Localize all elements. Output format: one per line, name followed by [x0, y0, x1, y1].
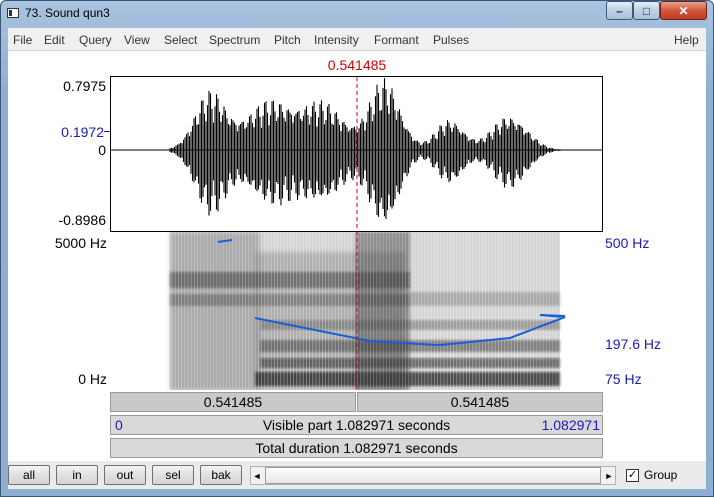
waveform-cursor-value: 0.1972 — [61, 124, 104, 140]
spectrogram-freq-bottom: 0 Hz — [78, 371, 107, 387]
spectrogram-burst-energy — [355, 232, 410, 390]
zoom-in-button[interactable]: in — [56, 465, 98, 485]
menu-edit[interactable]: Edit — [44, 33, 65, 47]
waveform-panel[interactable] — [110, 76, 603, 232]
waveform-zero-label: 0 — [98, 142, 106, 158]
total-duration-label: Total duration 1.082971 seconds — [255, 440, 458, 456]
waveform-plot — [111, 78, 602, 219]
minimize-icon: – — [616, 3, 623, 18]
pitch-top-label: 500 Hz — [605, 235, 650, 251]
menu-formant[interactable]: Formant — [374, 33, 419, 47]
close-button[interactable]: ✕ — [660, 1, 707, 20]
menu-pulses[interactable]: Pulses — [433, 33, 469, 47]
visible-start-time: 0 — [115, 417, 123, 433]
waveform-cursor-tick — [104, 131, 110, 132]
spectrogram-panel[interactable] — [110, 232, 603, 390]
menu-file[interactable]: File — [13, 33, 32, 47]
spectrogram-plot — [170, 232, 566, 390]
visible-end-time: 1.082971 — [541, 417, 600, 433]
minimize-button[interactable]: – — [606, 1, 633, 20]
scroll-thumb[interactable] — [265, 467, 601, 484]
total-duration-bar[interactable]: Total duration 1.082971 seconds — [110, 438, 603, 458]
app-icon[interactable] — [7, 8, 19, 18]
scroll-left-icon[interactable]: ◄ — [250, 466, 264, 485]
group-checkbox[interactable]: ✓ — [626, 469, 639, 482]
visible-part-bar[interactable]: 0 Visible part 1.082971 seconds 1.082971 — [110, 415, 603, 435]
zoom-out-button[interactable]: out — [104, 465, 146, 485]
zoom-sel-button[interactable]: sel — [152, 465, 194, 485]
menu-spectrum[interactable]: Spectrum — [209, 33, 260, 47]
zoom-all-button[interactable]: all — [8, 465, 50, 485]
spectrogram-freq-top: 5000 Hz — [54, 235, 107, 251]
zoom-back-button[interactable]: bak — [200, 465, 242, 485]
menu-query[interactable]: Query — [79, 33, 112, 47]
visible-part-label: Visible part 1.082971 seconds — [262, 417, 451, 433]
waveform-trace — [169, 78, 561, 219]
maximize-button[interactable]: □ — [633, 1, 660, 20]
menu-pitch[interactable]: Pitch — [274, 33, 301, 47]
menu-view[interactable]: View — [124, 33, 150, 47]
waveform-ymin-label: -0.8986 — [58, 212, 106, 228]
segment-before-duration: 0.541485 — [203, 394, 263, 410]
waveform-ymax-label: 0.7975 — [63, 78, 106, 94]
group-label: Group — [644, 468, 678, 482]
spectrogram-fricative-energy — [170, 232, 260, 390]
scroll-right-icon[interactable]: ► — [602, 466, 616, 485]
segment-after-duration: 0.541485 — [450, 394, 510, 410]
segment-after-cursor[interactable]: 0.541485 — [357, 392, 603, 412]
menu-intensity[interactable]: Intensity — [314, 33, 359, 47]
spectrogram-formant-band — [410, 292, 560, 306]
cursor-time-readout: 0.541485 — [327, 57, 387, 73]
menu-help[interactable]: Help — [674, 33, 699, 47]
menu-select[interactable]: Select — [164, 33, 197, 47]
pitch-cursor-value: 197.6 Hz — [605, 336, 662, 352]
close-icon: ✕ — [678, 3, 689, 18]
segment-before-cursor[interactable]: 0.541485 — [110, 392, 356, 412]
pitch-bottom-label: 75 Hz — [605, 371, 642, 387]
maximize-icon: □ — [642, 3, 651, 18]
window-title: 73. Sound qun3 — [25, 6, 110, 20]
